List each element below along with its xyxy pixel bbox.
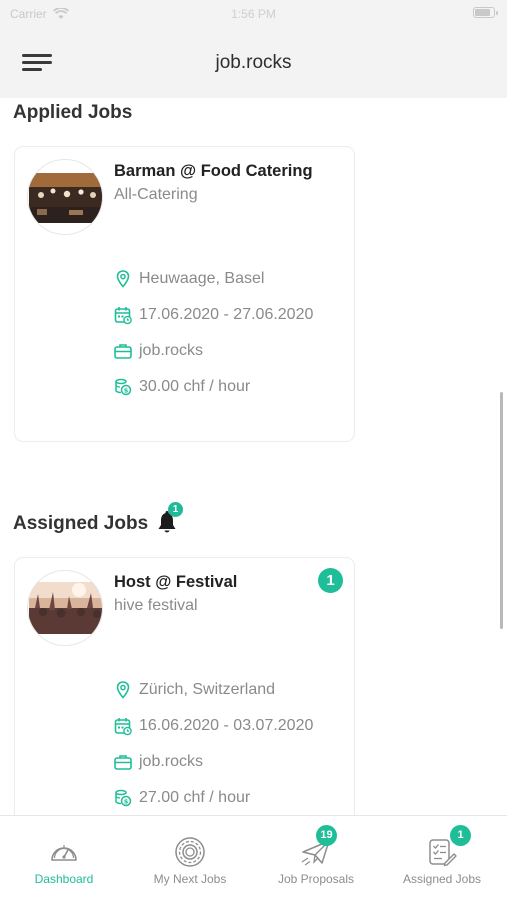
battery-icon	[473, 7, 498, 18]
job-location: Zürich, Switzerland	[113, 680, 275, 700]
tab-assigned-jobs[interactable]: 1 Assigned Jobs	[379, 816, 505, 900]
tab-label: Dashboard	[34, 872, 94, 886]
job-agency: job.rocks	[113, 752, 203, 772]
coins-icon: $	[115, 378, 132, 396]
job-company: hive festival	[114, 597, 198, 614]
dashboard-content[interactable]: Applied Jobs Barman @ Food Catering All-…	[0, 98, 507, 815]
applied-job-card[interactable]: Barman @ Food Catering All-Catering Heuw…	[14, 146, 355, 442]
job-rate: $ 27.00 chf / hour	[113, 788, 250, 808]
location-text: Zürich, Switzerland	[139, 681, 276, 698]
location-pin-icon	[116, 270, 130, 288]
app-header: job.rocks	[0, 30, 507, 98]
job-dates: 16.06.2020 - 03.07.2020	[113, 716, 313, 736]
calendar-icon	[114, 718, 132, 736]
agency-text: job.rocks	[139, 342, 204, 359]
location-text: Heuwaage, Basel	[139, 270, 265, 287]
status-bar: Carrier 1:56 PM	[0, 0, 507, 30]
scrollbar[interactable]	[500, 392, 503, 629]
coins-icon: $	[115, 789, 132, 807]
tab-label: My Next Jobs	[153, 872, 227, 886]
svg-text:$: $	[124, 387, 129, 395]
job-agency: job.rocks	[113, 341, 203, 361]
briefcase-icon	[114, 755, 132, 770]
dates-text: 17.06.2020 - 27.06.2020	[139, 306, 314, 323]
job-title: Host @ Festival	[114, 573, 238, 591]
job-dates: 17.06.2020 - 27.06.2020	[113, 305, 313, 325]
job-company: All-Catering	[114, 186, 198, 203]
agency-text: job.rocks	[139, 753, 204, 770]
job-thumbnail	[27, 570, 103, 646]
rate-text: 30.00 chf / hour	[139, 378, 251, 395]
target-icon	[175, 837, 205, 867]
status-time: 1:56 PM	[231, 7, 276, 21]
catering-photo	[29, 161, 102, 234]
job-rate: $ 30.00 chf / hour	[113, 377, 250, 397]
job-title: Barman @ Food Catering	[114, 162, 313, 180]
tab-badge: 19	[316, 825, 337, 846]
speedometer-icon	[51, 845, 77, 861]
bottom-tab-bar: Dashboard My Next Jobs 19 Job Proposals	[0, 815, 507, 900]
briefcase-icon	[114, 344, 132, 359]
job-update-badge: 1	[318, 568, 343, 593]
job-thumbnail	[27, 159, 103, 235]
svg-text:$: $	[124, 798, 129, 806]
applied-jobs-heading: Applied Jobs	[13, 102, 133, 123]
festival-photo	[29, 572, 102, 645]
location-pin-icon	[116, 681, 130, 699]
job-location: Heuwaage, Basel	[113, 269, 264, 289]
app-title: job.rocks	[215, 52, 292, 73]
assigned-job-card[interactable]: Host @ Festival hive festival 1 Zürich, …	[14, 557, 355, 815]
dates-text: 16.06.2020 - 03.07.2020	[139, 717, 314, 734]
tab-badge: 1	[450, 825, 471, 846]
assigned-jobs-heading: Assigned Jobs	[13, 513, 149, 534]
notification-badge: 1	[168, 502, 183, 517]
tab-my-next-jobs[interactable]: My Next Jobs	[127, 816, 253, 900]
rate-text: 27.00 chf / hour	[139, 789, 251, 806]
tab-label: Assigned Jobs	[402, 872, 482, 886]
tab-dashboard[interactable]: Dashboard	[1, 816, 127, 900]
calendar-icon	[114, 307, 132, 325]
tab-job-proposals[interactable]: 19 Job Proposals	[253, 816, 379, 900]
tab-label: Job Proposals	[277, 872, 355, 886]
